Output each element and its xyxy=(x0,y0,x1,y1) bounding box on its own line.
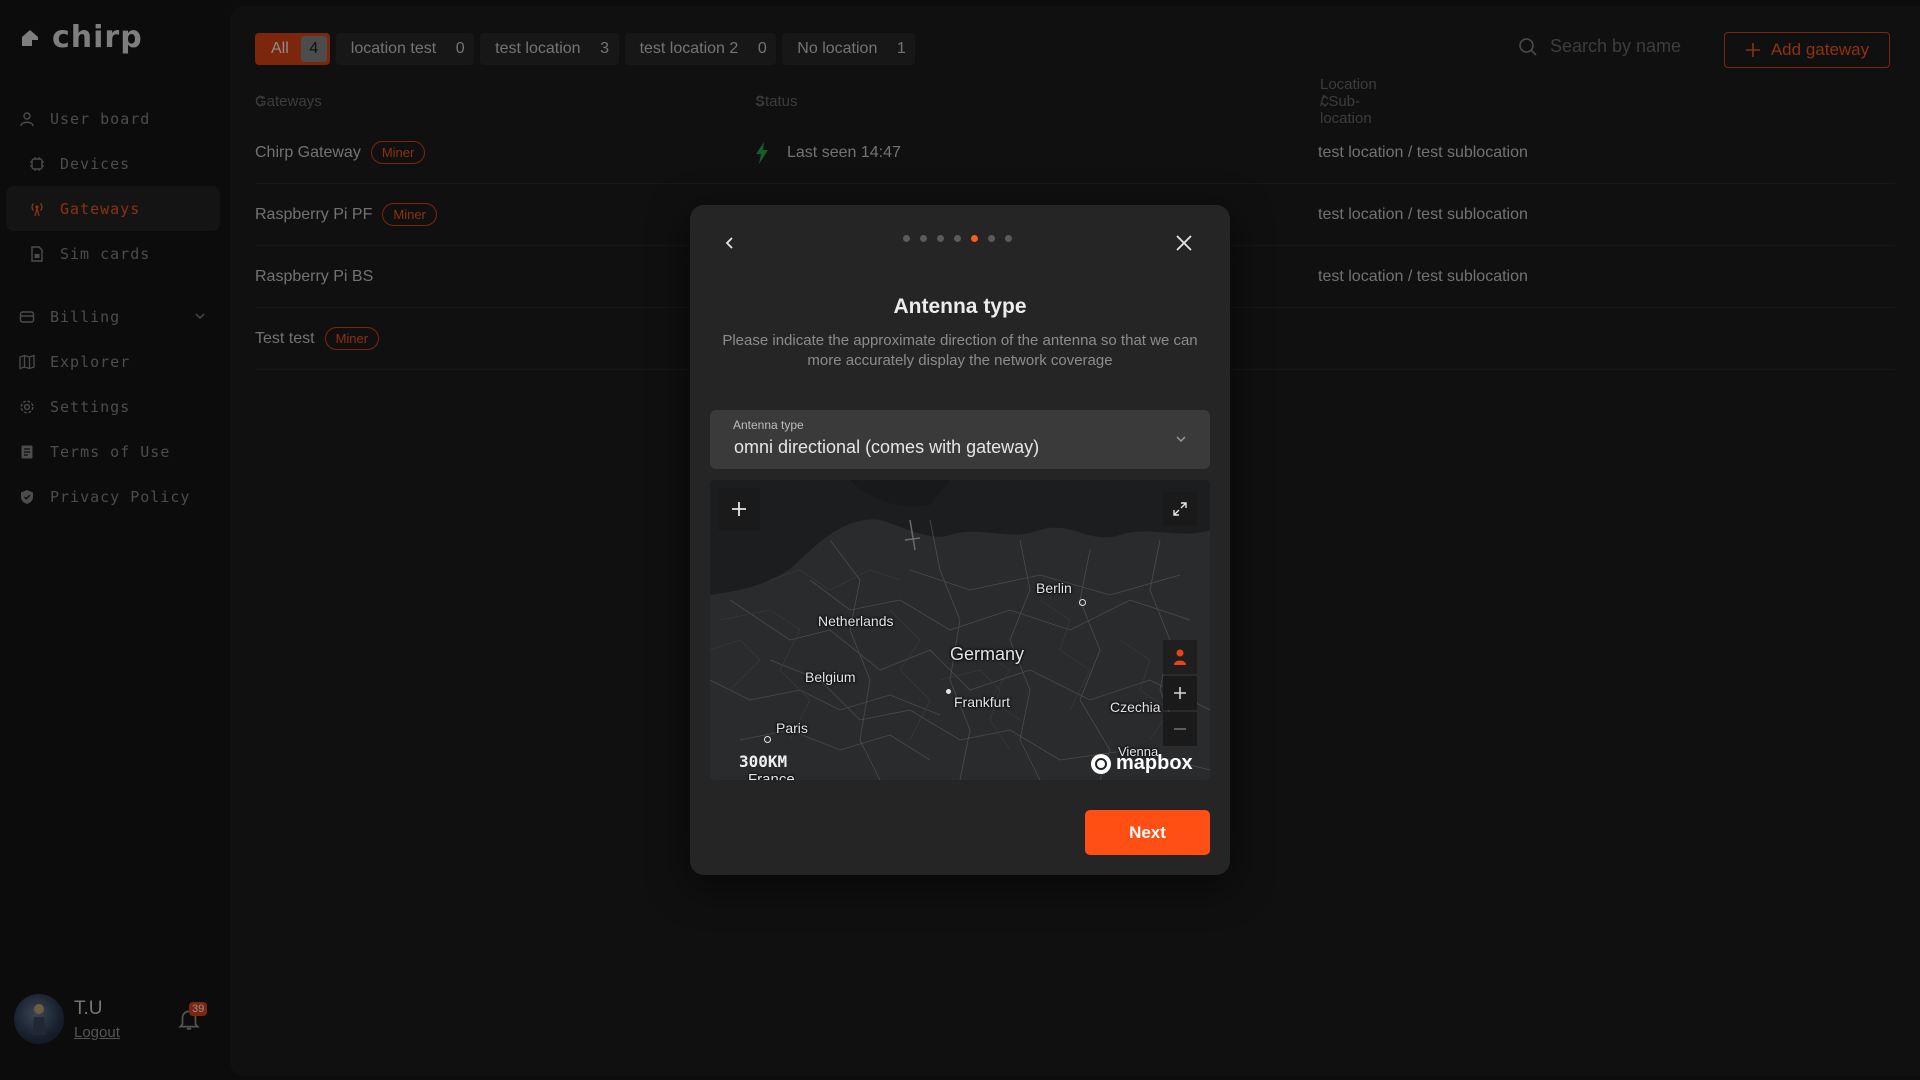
coverage-map[interactable]: Berlin Netherlands Germany Belgium Frank… xyxy=(710,480,1210,780)
map-label-netherlands: Netherlands xyxy=(818,613,894,629)
chevron-down-icon xyxy=(1176,436,1186,443)
city-marker xyxy=(764,736,771,743)
expand-icon xyxy=(1173,502,1187,516)
antenna-type-select[interactable]: Antenna type omni directional (comes wit… xyxy=(710,410,1210,469)
step-dot xyxy=(988,235,995,242)
person-pin-icon xyxy=(1174,649,1186,665)
plus-icon xyxy=(732,502,746,516)
zoom-out-icon xyxy=(1174,728,1186,730)
mapbox-label: mapbox xyxy=(1116,752,1193,774)
antenna-type-modal: Antenna type Please indicate the approxi… xyxy=(690,205,1230,875)
map-fullscreen-button[interactable] xyxy=(1163,492,1197,526)
select-value: omni directional (comes with gateway) xyxy=(734,437,1040,457)
map-label-berlin: Berlin xyxy=(1036,580,1072,596)
zoom-in-icon xyxy=(1174,687,1186,699)
next-button[interactable]: Next xyxy=(1085,810,1210,855)
step-indicator xyxy=(903,235,1012,242)
step-dot xyxy=(937,235,944,242)
city-marker xyxy=(946,689,951,694)
map-label-paris: Paris xyxy=(776,720,808,736)
step-dot xyxy=(903,235,910,242)
modal-description: Please indicate the approximate directio… xyxy=(722,332,1198,369)
mapbox-attribution[interactable]: mapbox xyxy=(1090,752,1193,775)
map-label-germany: Germany xyxy=(950,644,1025,664)
map-locate-button[interactable] xyxy=(1163,640,1197,674)
map-label-france: France xyxy=(748,771,795,780)
close-button[interactable] xyxy=(1170,229,1198,257)
map-add-button[interactable] xyxy=(718,488,760,530)
modal-title: Antenna type xyxy=(893,295,1027,318)
step-dot xyxy=(954,235,961,242)
city-marker xyxy=(1079,599,1086,606)
step-dot xyxy=(920,235,927,242)
back-button[interactable] xyxy=(716,229,744,257)
map-label-czechia: Czechia xyxy=(1110,699,1161,715)
mapbox-logo-icon xyxy=(1091,753,1111,774)
map-scale: 300KM xyxy=(739,752,788,771)
map-zoom-out-button[interactable] xyxy=(1163,712,1197,746)
select-label: Antenna type xyxy=(733,418,804,432)
step-dot-current xyxy=(971,235,978,242)
step-dot xyxy=(1005,235,1012,242)
close-icon xyxy=(1176,235,1192,251)
map-zoom-in-button[interactable] xyxy=(1163,676,1197,710)
chevron-left-icon xyxy=(725,237,733,249)
map-label-frankfurt: Frankfurt xyxy=(954,694,1011,710)
map-label-belgium: Belgium xyxy=(805,669,856,685)
